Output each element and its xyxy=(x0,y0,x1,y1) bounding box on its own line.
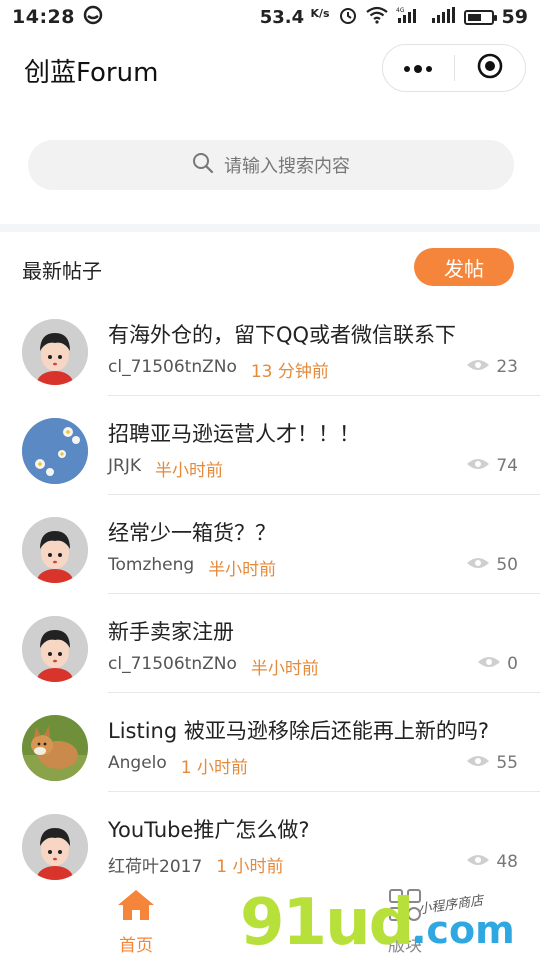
post-author: cl_71506tnZNo xyxy=(108,654,237,674)
view-count-value: 55 xyxy=(496,753,518,773)
search-icon xyxy=(192,152,214,179)
post-meta: cl_71506tnZNo 13 分钟前 xyxy=(108,357,329,382)
signal-4g-icon: 4G xyxy=(396,6,422,29)
post-title: Listing 被亚马逊移除后还能再上新的吗? xyxy=(108,719,490,743)
eye-icon xyxy=(466,753,490,773)
close-mini-program-button[interactable] xyxy=(455,45,526,91)
avatar xyxy=(22,814,88,880)
tab-home[interactable]: 首页 xyxy=(96,888,176,958)
search-placeholder: 请输入搜索内容 xyxy=(224,156,350,177)
view-count: 23 xyxy=(466,357,518,377)
eye-icon xyxy=(477,654,501,674)
post-item[interactable]: 有海外仓的，留下QQ或者微信联系下 cl_71506tnZNo 13 分钟前 23 xyxy=(0,297,540,396)
battery-icon xyxy=(463,9,497,25)
home-icon xyxy=(116,888,156,927)
view-count: 48 xyxy=(466,852,518,872)
post-title: 有海外仓的，留下QQ或者微信联系下 xyxy=(108,323,457,347)
avatar xyxy=(22,616,88,682)
view-count-value: 74 xyxy=(496,456,518,476)
post-author: Angelo xyxy=(108,753,167,773)
post-item[interactable]: 招聘亚马逊运营人才！！！ JRJK 半小时前 74 xyxy=(0,396,540,495)
post-item[interactable]: 经常少一箱货？？ Tomzheng 半小时前 50 xyxy=(0,495,540,594)
eye-icon xyxy=(466,456,490,476)
view-count: 0 xyxy=(477,654,518,674)
mini-program-capsule xyxy=(382,44,526,92)
new-post-button[interactable]: 发帖 xyxy=(414,248,514,286)
view-count-value: 23 xyxy=(496,357,518,377)
more-menu-button[interactable] xyxy=(383,45,454,91)
view-count: 55 xyxy=(466,753,518,773)
post-list: 有海外仓的，留下QQ或者微信联系下 cl_71506tnZNo 13 分钟前 23 招聘… xyxy=(0,297,540,891)
search-input[interactable]: 请输入搜索内容 xyxy=(28,140,514,190)
post-time: 半小时前 xyxy=(155,461,223,481)
view-count-value: 48 xyxy=(496,852,518,872)
app-notification-icon xyxy=(83,5,103,30)
network-speed: 53.4 K/s xyxy=(259,6,330,28)
post-time: 13 分钟前 xyxy=(250,362,329,382)
view-count-value: 50 xyxy=(496,555,518,575)
view-count: 74 xyxy=(466,456,518,476)
post-title: YouTube推广怎么做? xyxy=(108,818,310,842)
view-count: 50 xyxy=(466,555,518,575)
post-item[interactable]: Listing 被亚马逊移除后还能再上新的吗? Angelo 1 小时前 55 xyxy=(0,693,540,792)
wifi-icon xyxy=(365,6,388,29)
post-title: 招聘亚马逊运营人才！！！ xyxy=(108,422,360,446)
avatar xyxy=(22,319,88,385)
status-bar: 14:28 53.4 K/s 4G 59 xyxy=(0,0,540,34)
view-count-value: 0 xyxy=(507,654,518,674)
target-icon xyxy=(476,52,504,84)
section-title: 最新帖子 xyxy=(22,259,102,283)
section-divider xyxy=(0,224,540,232)
post-meta: Tomzheng 半小时前 xyxy=(108,555,276,580)
post-time: 半小时前 xyxy=(208,560,277,580)
post-item[interactable]: YouTube推广怎么做? 红荷叶2017 1 小时前 48 xyxy=(0,792,540,891)
tab-home-label: 首页 xyxy=(119,936,153,956)
post-meta: JRJK 半小时前 xyxy=(108,456,223,481)
avatar xyxy=(22,715,88,781)
post-author: JRJK xyxy=(108,456,141,476)
eye-icon xyxy=(466,555,490,575)
status-time: 14:28 xyxy=(12,6,75,28)
eye-icon xyxy=(466,357,490,377)
post-meta: 红荷叶2017 1 小时前 xyxy=(108,852,284,877)
tab-forum[interactable]: 版块 xyxy=(370,888,440,958)
eye-icon xyxy=(466,852,490,872)
page-title: 创蓝Forum xyxy=(24,58,159,88)
signal-icon xyxy=(430,6,456,29)
svg-text:4G: 4G xyxy=(396,7,405,14)
post-title: 新手卖家注册 xyxy=(108,620,234,644)
post-time: 1 小时前 xyxy=(180,758,249,778)
tab-bar: 首页 版块 xyxy=(0,880,540,960)
post-author: cl_71506tnZNo xyxy=(108,357,237,377)
more-dots-icon xyxy=(402,59,434,78)
avatar xyxy=(22,418,88,484)
avatar xyxy=(22,517,88,583)
alarm-icon xyxy=(338,5,358,30)
post-author: 红荷叶2017 xyxy=(108,857,203,877)
battery-level: 59 xyxy=(501,6,528,28)
post-meta: Angelo 1 小时前 xyxy=(108,753,248,778)
tab-forum-label: 版块 xyxy=(388,936,422,956)
post-time: 半小时前 xyxy=(250,659,319,679)
post-meta: cl_71506tnZNo 半小时前 xyxy=(108,654,319,679)
post-time: 1 小时前 xyxy=(216,857,284,877)
post-item[interactable]: 新手卖家注册 cl_71506tnZNo 半小时前 0 xyxy=(0,594,540,693)
post-author: Tomzheng xyxy=(108,555,195,575)
nav-bar: 创蓝Forum xyxy=(0,34,540,106)
post-title: 经常少一箱货？？ xyxy=(108,521,276,545)
grid-icon xyxy=(388,888,422,927)
